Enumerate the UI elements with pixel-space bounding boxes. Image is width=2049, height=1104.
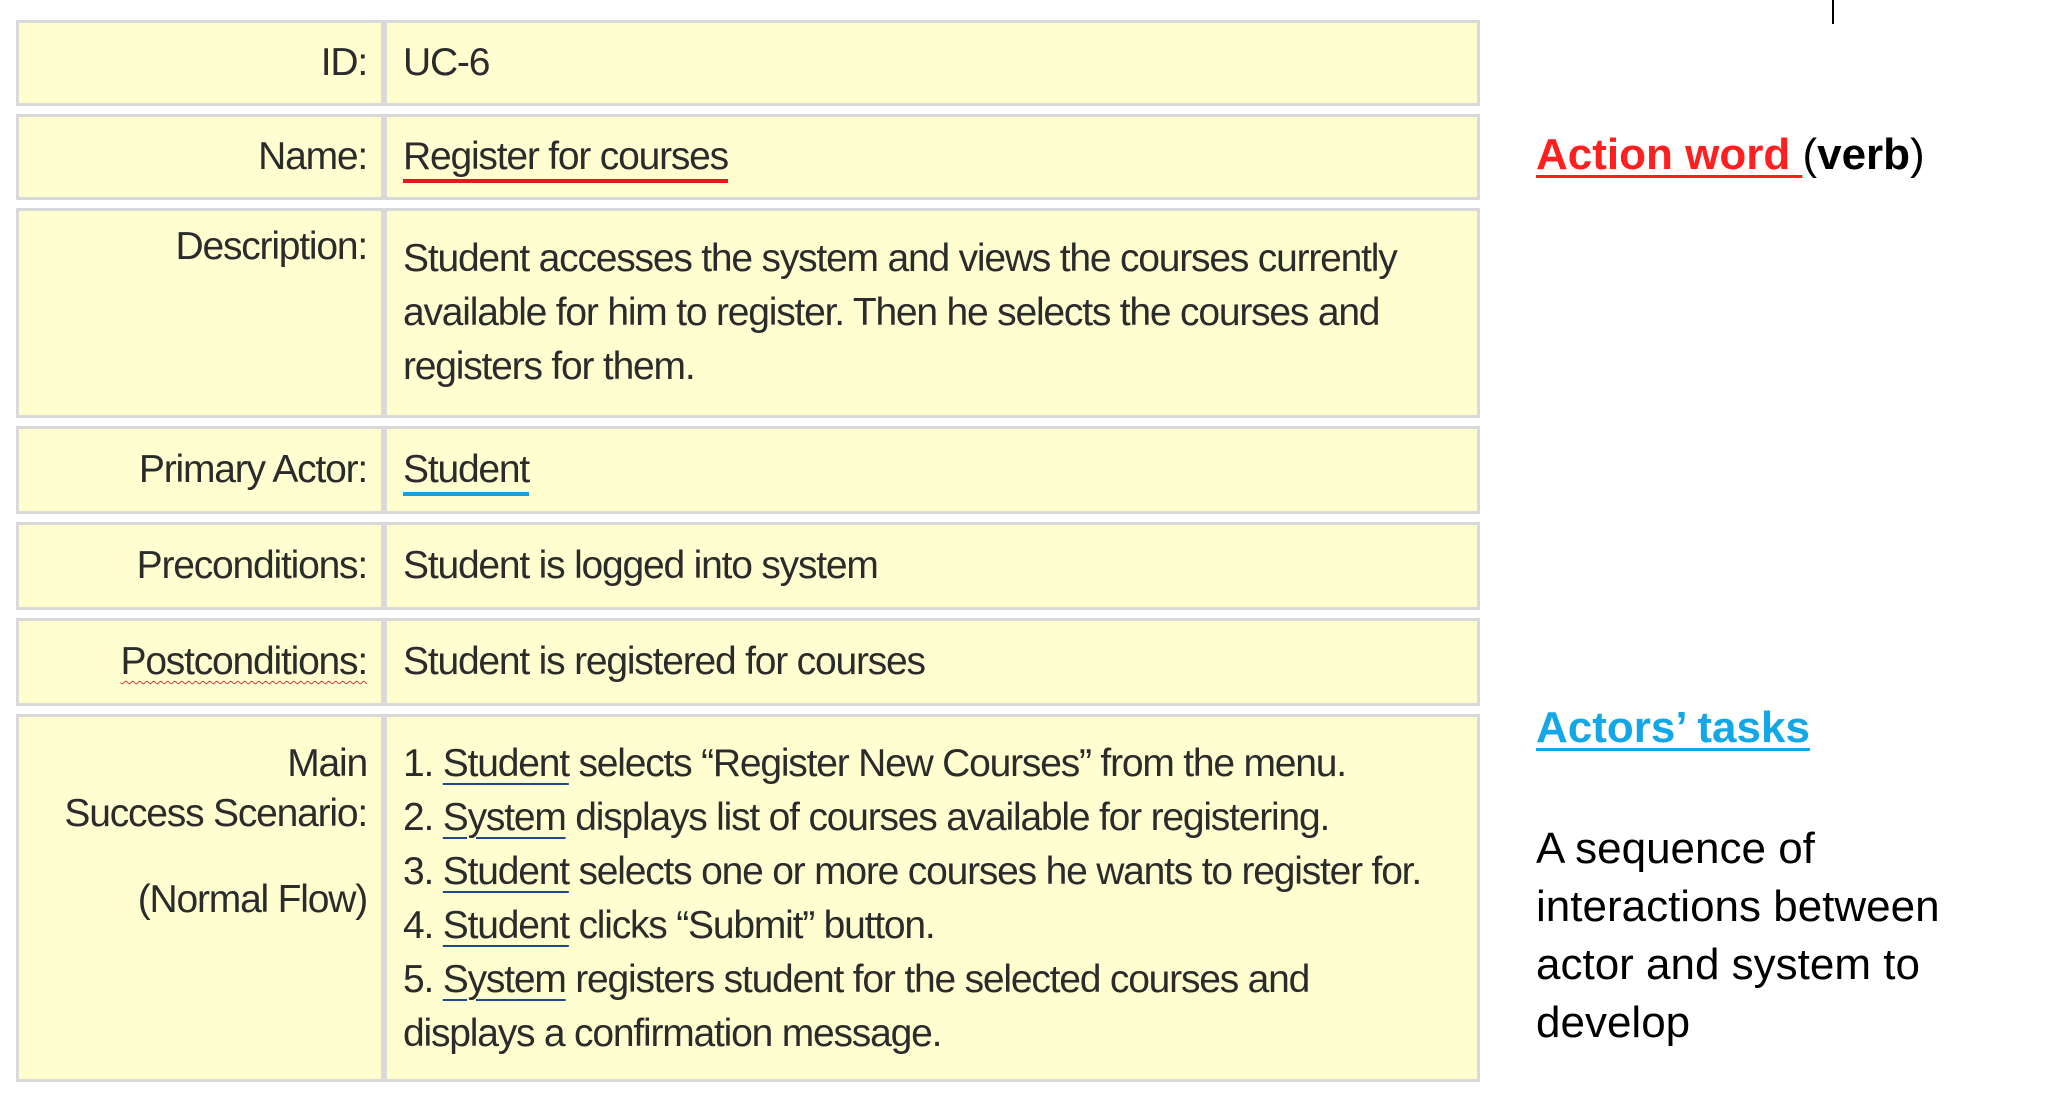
action-word-note: Action word (verb) [1536,130,1925,180]
scenario-step: 1. Student selects “Register New Courses… [403,737,1459,791]
step-number: 1. [403,742,434,785]
step-text: registers student for the selected cours… [575,958,1310,1001]
scenario-step: 2. System displays list of courses avail… [403,791,1459,845]
step-text: selects one or more courses he wants to … [578,850,1422,893]
paren-close: ) [1910,130,1925,179]
row-id: ID: UC-6 [16,20,1480,106]
name-value: Register for courses [384,114,1480,200]
row-main-scenario: Main Success Scenario: (Normal Flow) 1. … [16,714,1480,1082]
verb-text: verb [1817,130,1911,179]
step-number: 2. [403,796,434,839]
description-line: Student accesses the system and views th… [403,237,1398,280]
label-spacer [27,839,367,875]
step-actor: System [442,796,567,839]
text-cursor-mark [1832,0,1834,24]
row-postconditions: Postconditions: Student is registered fo… [16,618,1480,706]
step-text: selects “Register New Courses” from the … [578,742,1347,785]
description-line: available for him to register. Then he s… [403,291,1380,334]
row-description: Description: Student accesses the system… [16,208,1480,418]
step-number: 4. [403,904,434,947]
main-scenario-steps: 1. Student selects “Register New Courses… [384,714,1480,1082]
paren-open: ( [1802,130,1818,179]
postconditions-label-text: Postconditions: [120,640,369,683]
step-number: 5. [403,958,434,1001]
id-value: UC-6 [384,20,1480,106]
step-text: clicks “Submit” button. [578,904,935,947]
step-number: 3. [403,850,434,893]
row-name: Name: Register for courses [16,114,1480,200]
description-line: registers for them. [403,345,696,388]
step-text: displays list of courses available for r… [575,796,1330,839]
row-preconditions: Preconditions: Student is logged into sy… [16,522,1480,610]
main-scenario-label-line: (Normal Flow) [137,878,368,921]
postconditions-value: Student is registered for courses [384,618,1480,706]
step-actor: Student [442,850,570,893]
description-value: Student accesses the system and views th… [384,208,1480,418]
row-primary-actor: Primary Actor: Student [16,426,1480,514]
main-scenario-label: Main Success Scenario: (Normal Flow) [16,714,384,1082]
action-word-text: Action word [1536,130,1803,179]
name-value-text: Register for courses [403,135,729,178]
id-label: ID: [16,20,384,106]
step-actor: Student [442,742,570,785]
use-case-table: ID: UC-6 Name: Register for courses Desc… [16,12,1480,1090]
sequence-description: A sequence of interactions between actor… [1536,824,1940,1047]
description-label: Description: [16,208,384,418]
name-label: Name: [16,114,384,200]
scenario-step: 4. Student clicks “Submit” button. [403,899,1459,953]
primary-actor-label: Primary Actor: [16,426,384,514]
preconditions-value: Student is logged into system [384,522,1480,610]
main-scenario-label-line: Success Scenario: [64,792,368,835]
step-actor: System [442,958,567,1001]
postconditions-label: Postconditions: [16,618,384,706]
scenario-step-continuation: displays a confirmation message. [403,1012,942,1055]
primary-actor-value: Student [384,426,1480,514]
main-scenario-label-line: Main [287,742,368,785]
scenario-step: 5. System registers student for the sele… [403,953,1459,1007]
scenario-step: 3. Student selects one or more courses h… [403,845,1459,899]
step-actor: Student [442,904,570,947]
preconditions-label: Preconditions: [16,522,384,610]
actors-tasks-note: Actors’ tasks [1536,703,1810,752]
primary-actor-text: Student [403,448,530,491]
